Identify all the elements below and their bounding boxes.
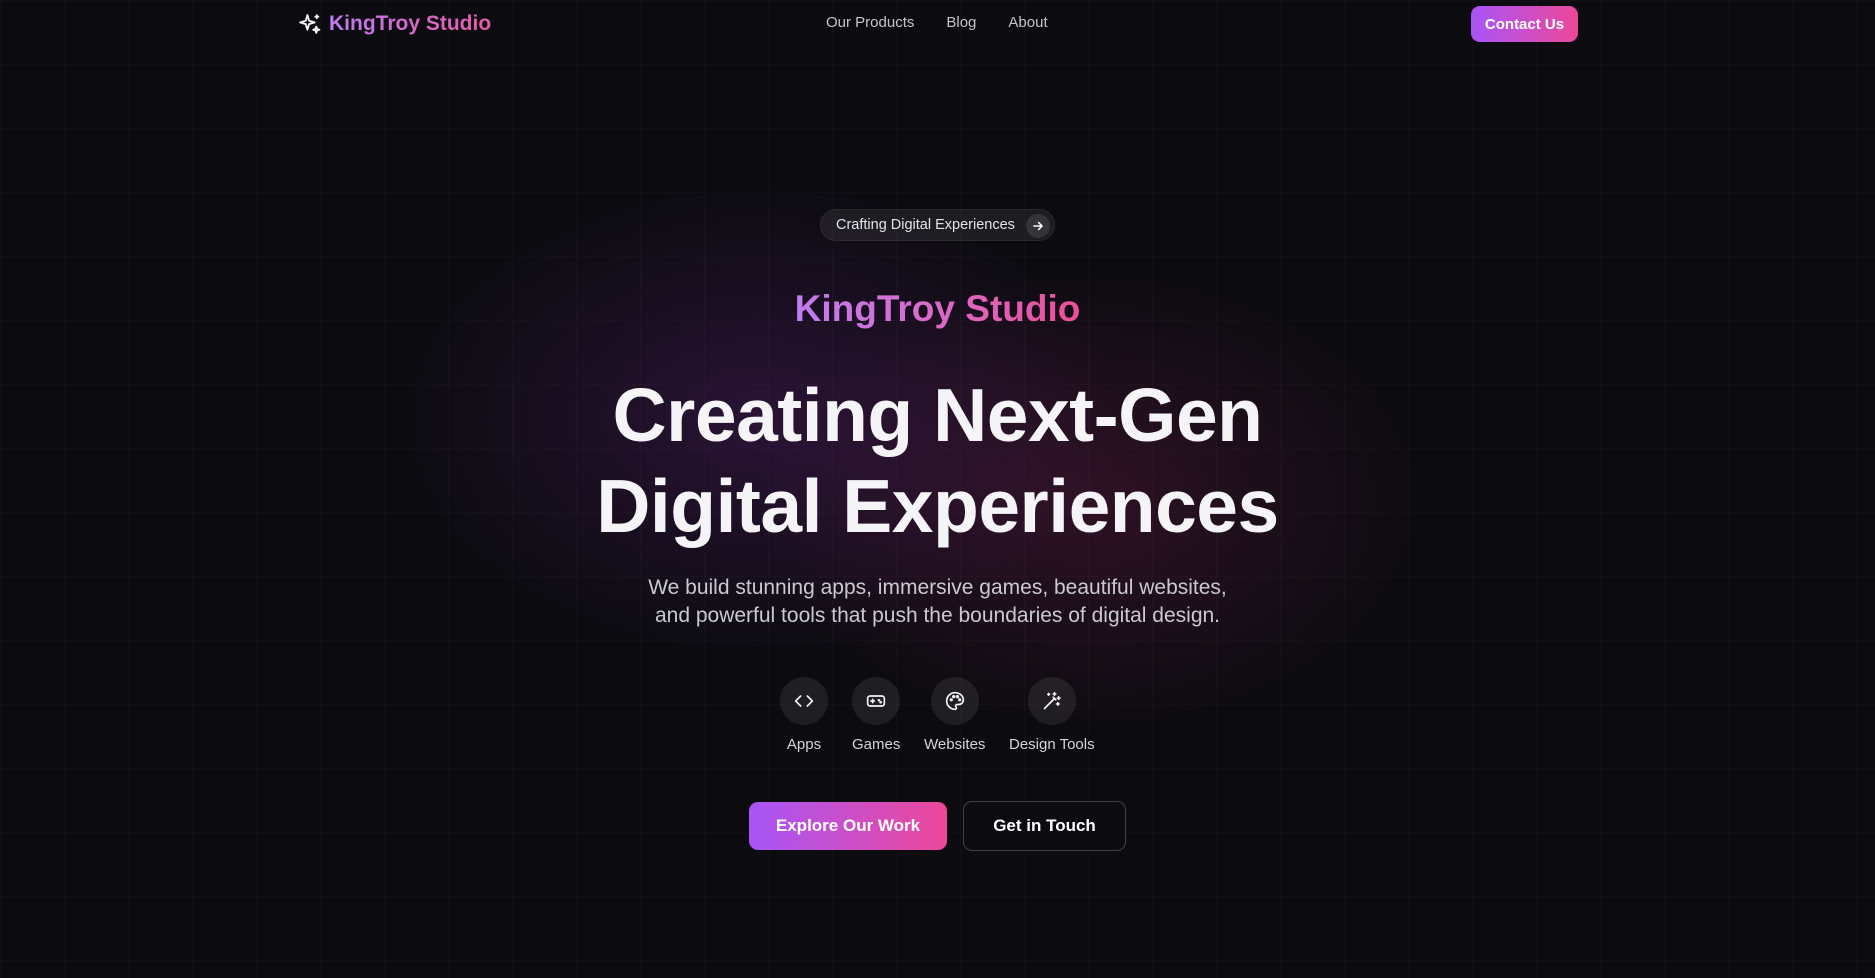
announcement-pill-text: Crafting Digital Experiences bbox=[836, 217, 1015, 233]
category-label: Games bbox=[852, 736, 901, 753]
nav-link-blog[interactable]: Blog bbox=[946, 14, 976, 31]
arrow-right-icon bbox=[1026, 214, 1050, 238]
brand-name: KingTroy Studio bbox=[329, 12, 492, 35]
hero-description: We build stunning apps, immersive games,… bbox=[0, 574, 1875, 630]
top-navbar: KingTroy Studio Our Products Blog About … bbox=[0, 0, 1875, 48]
announcement-pill[interactable]: Crafting Digital Experiences bbox=[820, 209, 1055, 241]
nav-link-our-products[interactable]: Our Products bbox=[826, 14, 914, 31]
palette-icon bbox=[930, 677, 979, 725]
category-games[interactable]: Games bbox=[852, 677, 900, 753]
studio-name: KingTroy Studio bbox=[0, 284, 1875, 334]
category-apps[interactable]: Apps bbox=[780, 677, 828, 753]
get-in-touch-button[interactable]: Get in Touch bbox=[963, 801, 1126, 851]
nav-link-about[interactable]: About bbox=[1008, 14, 1047, 31]
category-label: Apps bbox=[786, 736, 822, 753]
category-design-tools[interactable]: Design Tools bbox=[1009, 677, 1095, 753]
description-line-2: and powerful tools that push the boundar… bbox=[654, 604, 1221, 627]
magic-wand-icon bbox=[1027, 677, 1076, 725]
headline-line-2: Digital Experiences bbox=[596, 464, 1279, 548]
code-icon bbox=[780, 677, 828, 725]
category-label: Websites bbox=[924, 736, 986, 753]
main-navigation: Our Products Blog About bbox=[826, 14, 1048, 31]
hero-headline: Creating Next-Gen Digital Experiences bbox=[0, 370, 1875, 552]
contact-us-button[interactable]: Contact Us bbox=[1471, 6, 1578, 42]
sparkles-icon bbox=[297, 12, 322, 37]
headline-line-1: Creating Next-Gen bbox=[612, 373, 1263, 457]
brand-logo-link[interactable]: KingTroy Studio bbox=[297, 10, 491, 38]
category-label: Design Tools bbox=[1009, 736, 1095, 753]
studio-name-text: KingTroy Studio bbox=[794, 288, 1081, 329]
gamepad-icon bbox=[852, 677, 901, 725]
description-line-1: We build stunning apps, immersive games,… bbox=[648, 576, 1227, 599]
explore-our-work-button[interactable]: Explore Our Work bbox=[749, 802, 947, 850]
category-websites[interactable]: Websites bbox=[924, 677, 985, 753]
